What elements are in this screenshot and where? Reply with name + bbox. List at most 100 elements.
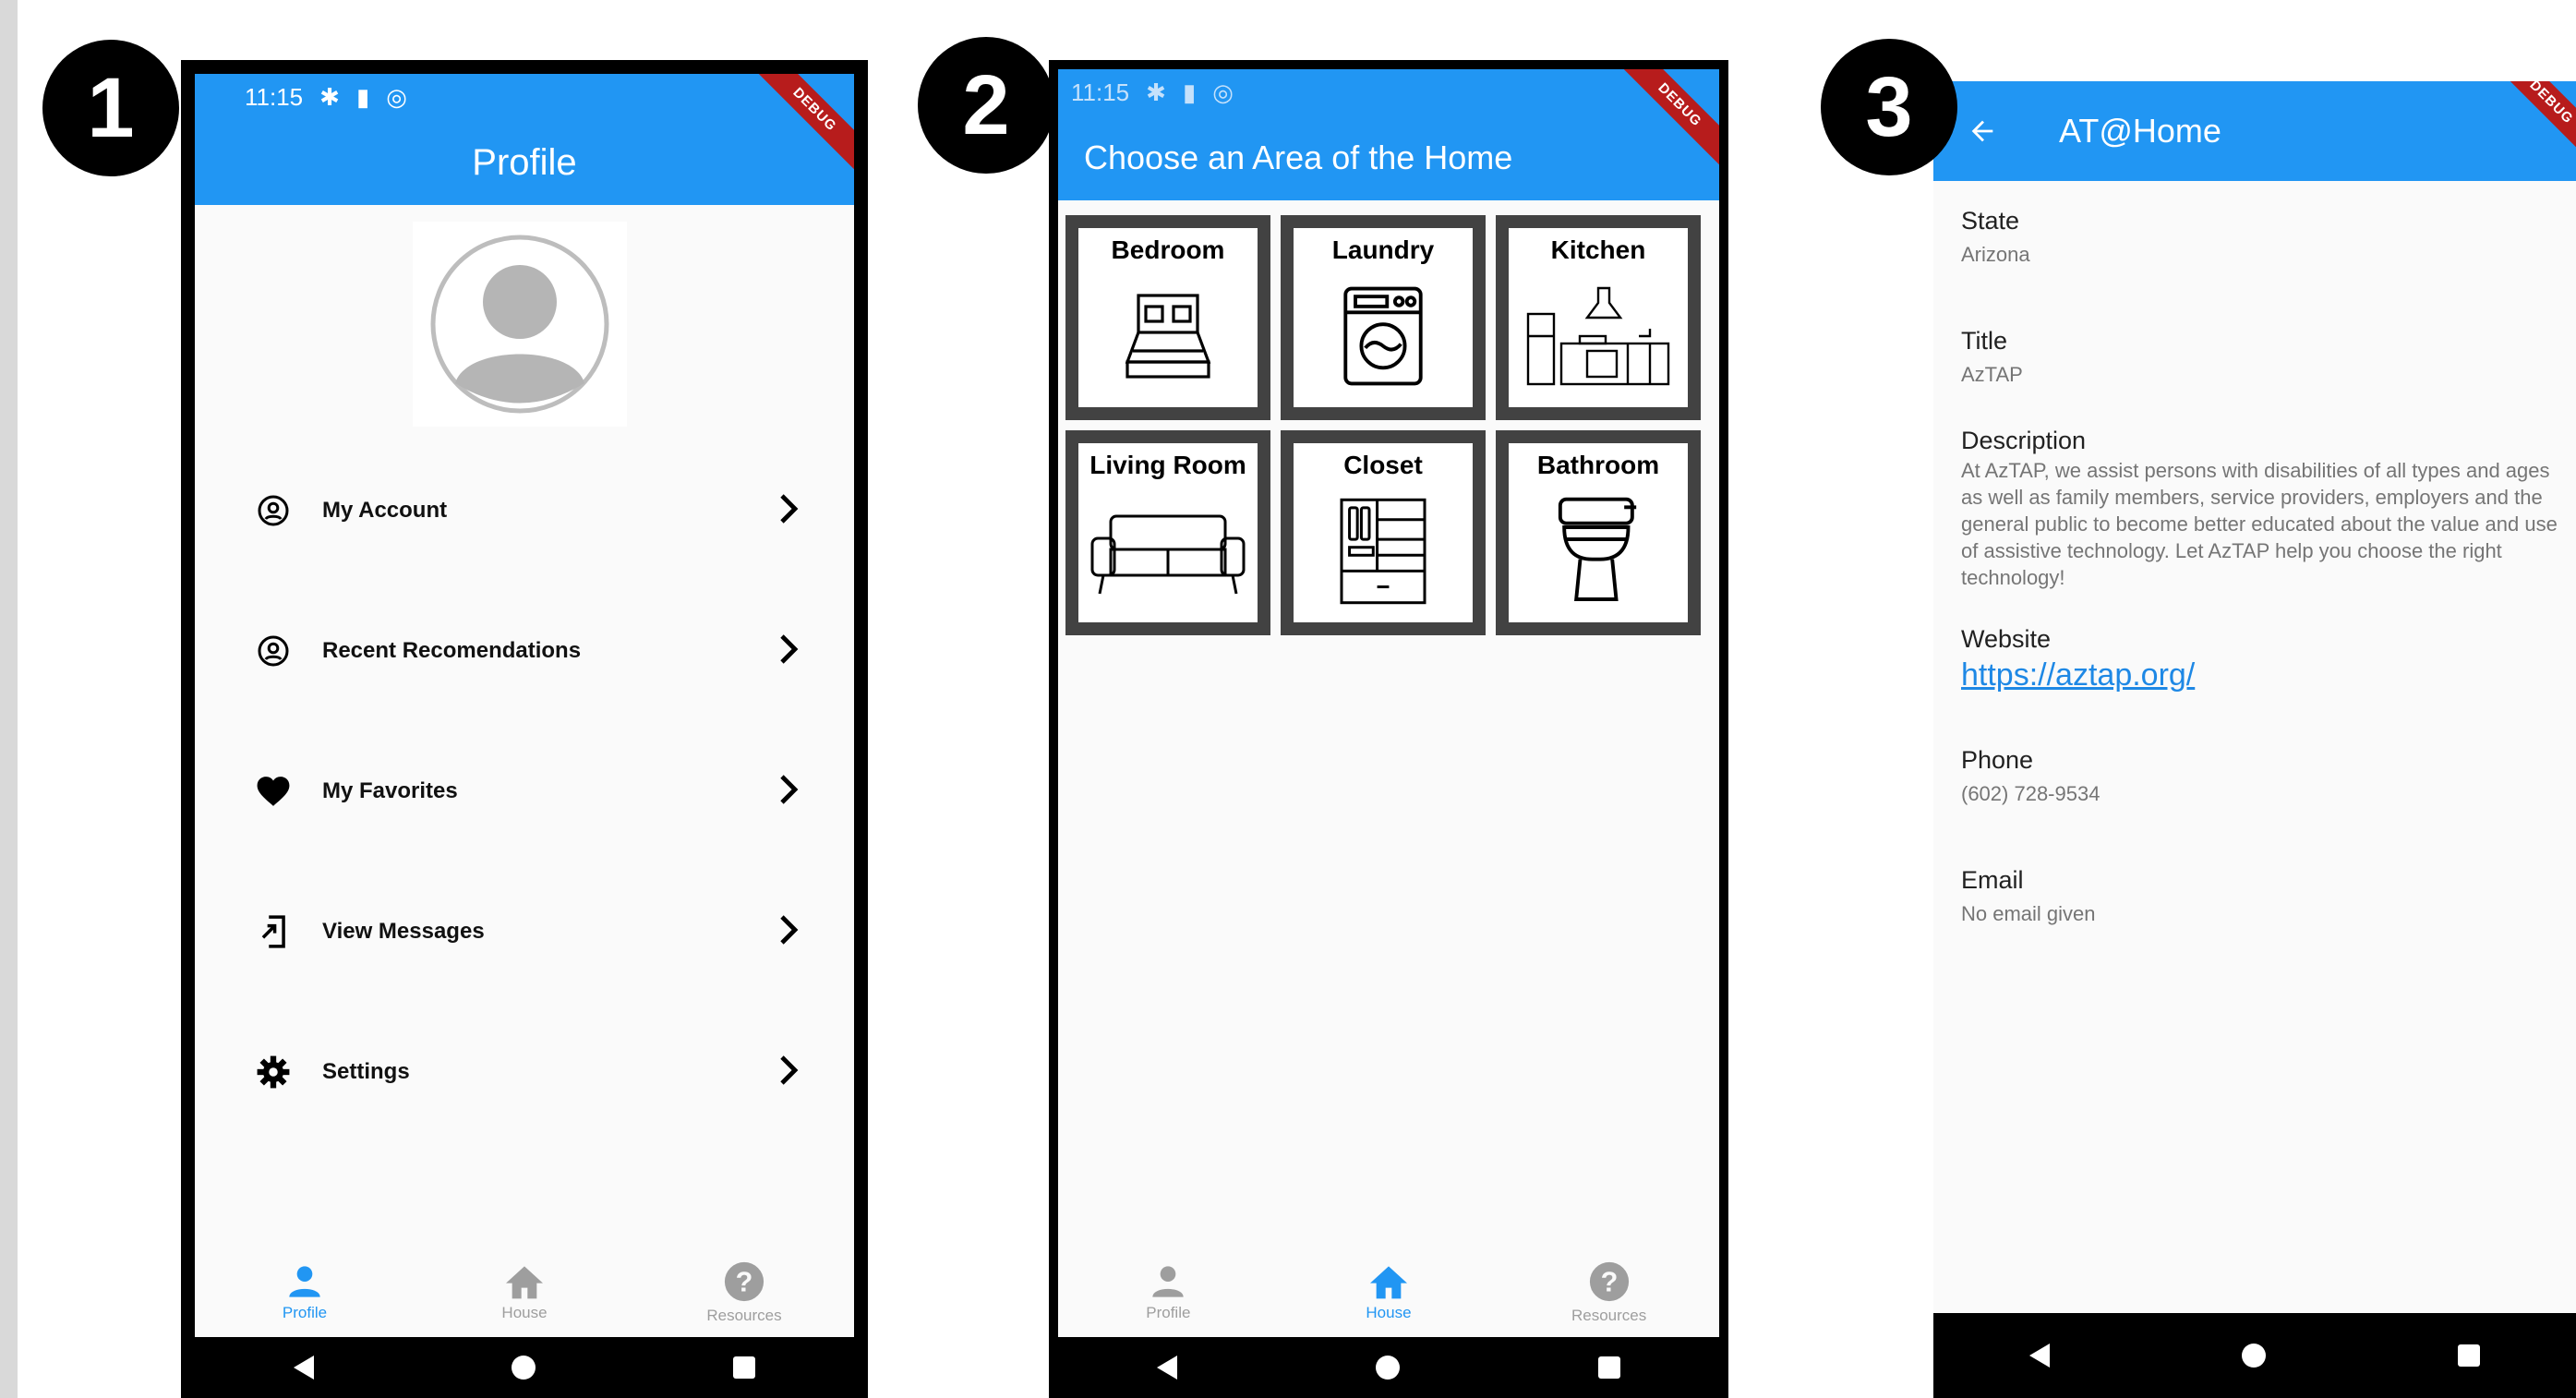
tab-house[interactable]: House: [432, 1248, 617, 1337]
toilet-icon: [1558, 497, 1637, 601]
account-circle-icon: [258, 635, 289, 667]
page-edge: [0, 0, 18, 1398]
chevron-right-icon: [780, 774, 799, 804]
field-label: Phone: [1961, 746, 2034, 774]
house-icon: [1369, 1266, 1407, 1299]
menu-item-settings[interactable]: Settings: [250, 1040, 804, 1104]
menu-item-recent-recommendations[interactable]: Recent Recomendations: [250, 619, 804, 683]
page-title: AT@Home: [2059, 112, 2221, 150]
sd-card-icon: ▮: [1182, 78, 1197, 106]
field-value: Arizona: [1961, 243, 2030, 266]
wardrobe-icon: [1340, 498, 1426, 605]
avatar-placeholder-icon: [430, 235, 609, 414]
recent-apps-icon[interactable]: [733, 1356, 755, 1379]
gear-icon: ✱: [319, 82, 340, 111]
status-bar: 11:15 ✱ ▮ ◎: [195, 74, 854, 120]
arrow-back-icon[interactable]: [1967, 115, 1998, 147]
tab-resources[interactable]: ? Resources: [1517, 1248, 1702, 1337]
help-icon: ?: [724, 1261, 764, 1302]
bed-icon: [1125, 294, 1211, 379]
bottom-navigation: Profile House ? Resources: [195, 1248, 854, 1337]
system-nav-bar: [1058, 1337, 1719, 1398]
field-value: No email given: [1961, 902, 2096, 925]
website-link[interactable]: https://aztap.org/: [1961, 657, 2195, 693]
chevron-right-icon: [780, 633, 799, 664]
room-tile-living-room[interactable]: Living Room: [1065, 430, 1270, 635]
tab-resources[interactable]: ? Resources: [652, 1248, 837, 1337]
status-bar: 11:15 ✱ ▮ ◎: [1058, 69, 1719, 115]
room-tile-laundry[interactable]: Laundry: [1281, 215, 1486, 420]
page-title: Profile: [472, 141, 577, 183]
field-label: Email: [1961, 866, 2024, 894]
menu-item-label: Recent Recomendations: [322, 638, 582, 663]
step-badge-1: 1: [42, 40, 179, 176]
sync-icon: ◎: [1212, 78, 1234, 106]
tab-label: House: [1366, 1304, 1412, 1321]
field-state: State Arizona: [1961, 207, 2563, 268]
field-value: AzTAP: [1961, 363, 2023, 386]
kitchen-icon: [1526, 286, 1670, 386]
home-circle-icon[interactable]: [512, 1356, 536, 1380]
help-icon: ?: [1589, 1261, 1629, 1302]
field-label: Title: [1961, 327, 2008, 355]
person-icon: [289, 1266, 320, 1297]
field-label: State: [1961, 207, 2020, 235]
status-time: 11:15: [1071, 78, 1130, 106]
back-icon[interactable]: [2029, 1344, 2050, 1368]
profile-screen: 11:15 ✱ ▮ ◎ Profile DEBUG My Account Rec…: [181, 60, 868, 1398]
status-time: 11:15: [245, 82, 304, 111]
room-label: Bedroom: [1111, 235, 1225, 264]
menu-item-label: My Account: [322, 498, 448, 523]
menu-item-label: My Favorites: [322, 778, 458, 803]
back-icon[interactable]: [294, 1356, 314, 1380]
app-bar: Choose an Area of the Home: [1058, 115, 1719, 200]
back-icon[interactable]: [1157, 1356, 1178, 1380]
tab-profile[interactable]: Profile: [212, 1248, 397, 1337]
room-tile-bathroom[interactable]: Bathroom: [1496, 430, 1701, 635]
svg-text:?: ?: [1600, 1267, 1618, 1298]
field-description: Description At AzTAP, we assist persons …: [1961, 427, 2563, 591]
tab-label: Profile: [282, 1304, 328, 1321]
avatar[interactable]: [413, 222, 627, 427]
heart-icon: [257, 777, 290, 806]
recent-apps-icon[interactable]: [1597, 1356, 1620, 1379]
home-circle-icon[interactable]: [1375, 1356, 1400, 1380]
room-label: Bathroom: [1536, 451, 1660, 479]
chevron-right-icon: [780, 914, 799, 945]
system-nav-bar: [1933, 1313, 2576, 1398]
room-label: Closet: [1343, 451, 1423, 479]
menu-item-my-account[interactable]: My Account: [250, 478, 804, 543]
home-circle-icon[interactable]: [2242, 1344, 2266, 1368]
open-in-icon: [261, 915, 285, 948]
room-tile-closet[interactable]: Closet: [1281, 430, 1486, 635]
gear-icon: ✱: [1146, 78, 1166, 106]
washing-machine-icon: [1343, 286, 1423, 386]
menu-item-my-favorites[interactable]: My Favorites: [250, 759, 804, 824]
room-tile-kitchen[interactable]: Kitchen: [1496, 215, 1701, 420]
room-label: Laundry: [1331, 235, 1435, 264]
page-title: Choose an Area of the Home: [1084, 139, 1513, 176]
step-badge-2: 2: [918, 37, 1054, 174]
system-nav-bar: [195, 1337, 854, 1398]
field-website: Website https://aztap.org/: [1961, 625, 2563, 693]
room-label: Living Room: [1089, 451, 1246, 479]
recent-apps-icon[interactable]: [2458, 1344, 2480, 1367]
field-phone: Phone (602) 728-9534: [1961, 746, 2563, 807]
room-label: Kitchen: [1550, 235, 1646, 264]
tab-house[interactable]: House: [1296, 1248, 1481, 1337]
tab-label: Profile: [1146, 1304, 1191, 1321]
chevron-right-icon: [780, 493, 799, 524]
bottom-navigation: Profile House ? Resources: [1058, 1248, 1719, 1337]
step-badge-3: 3: [1821, 39, 1957, 175]
detail-screen: AT@Home DEBUG State Arizona Title AzTAP …: [1933, 81, 2576, 1398]
app-bar: Profile: [195, 120, 854, 205]
field-value: At AzTAP, we assist persons with disabil…: [1961, 459, 2558, 589]
menu-item-label: View Messages: [322, 919, 485, 944]
tab-label: House: [501, 1304, 548, 1321]
tab-profile[interactable]: Profile: [1076, 1248, 1260, 1337]
field-value: (602) 728-9534: [1961, 782, 2101, 805]
menu-item-view-messages[interactable]: View Messages: [250, 899, 804, 964]
chevron-right-icon: [780, 1055, 799, 1085]
person-icon: [1152, 1266, 1184, 1297]
room-tile-bedroom[interactable]: Bedroom: [1065, 215, 1270, 420]
